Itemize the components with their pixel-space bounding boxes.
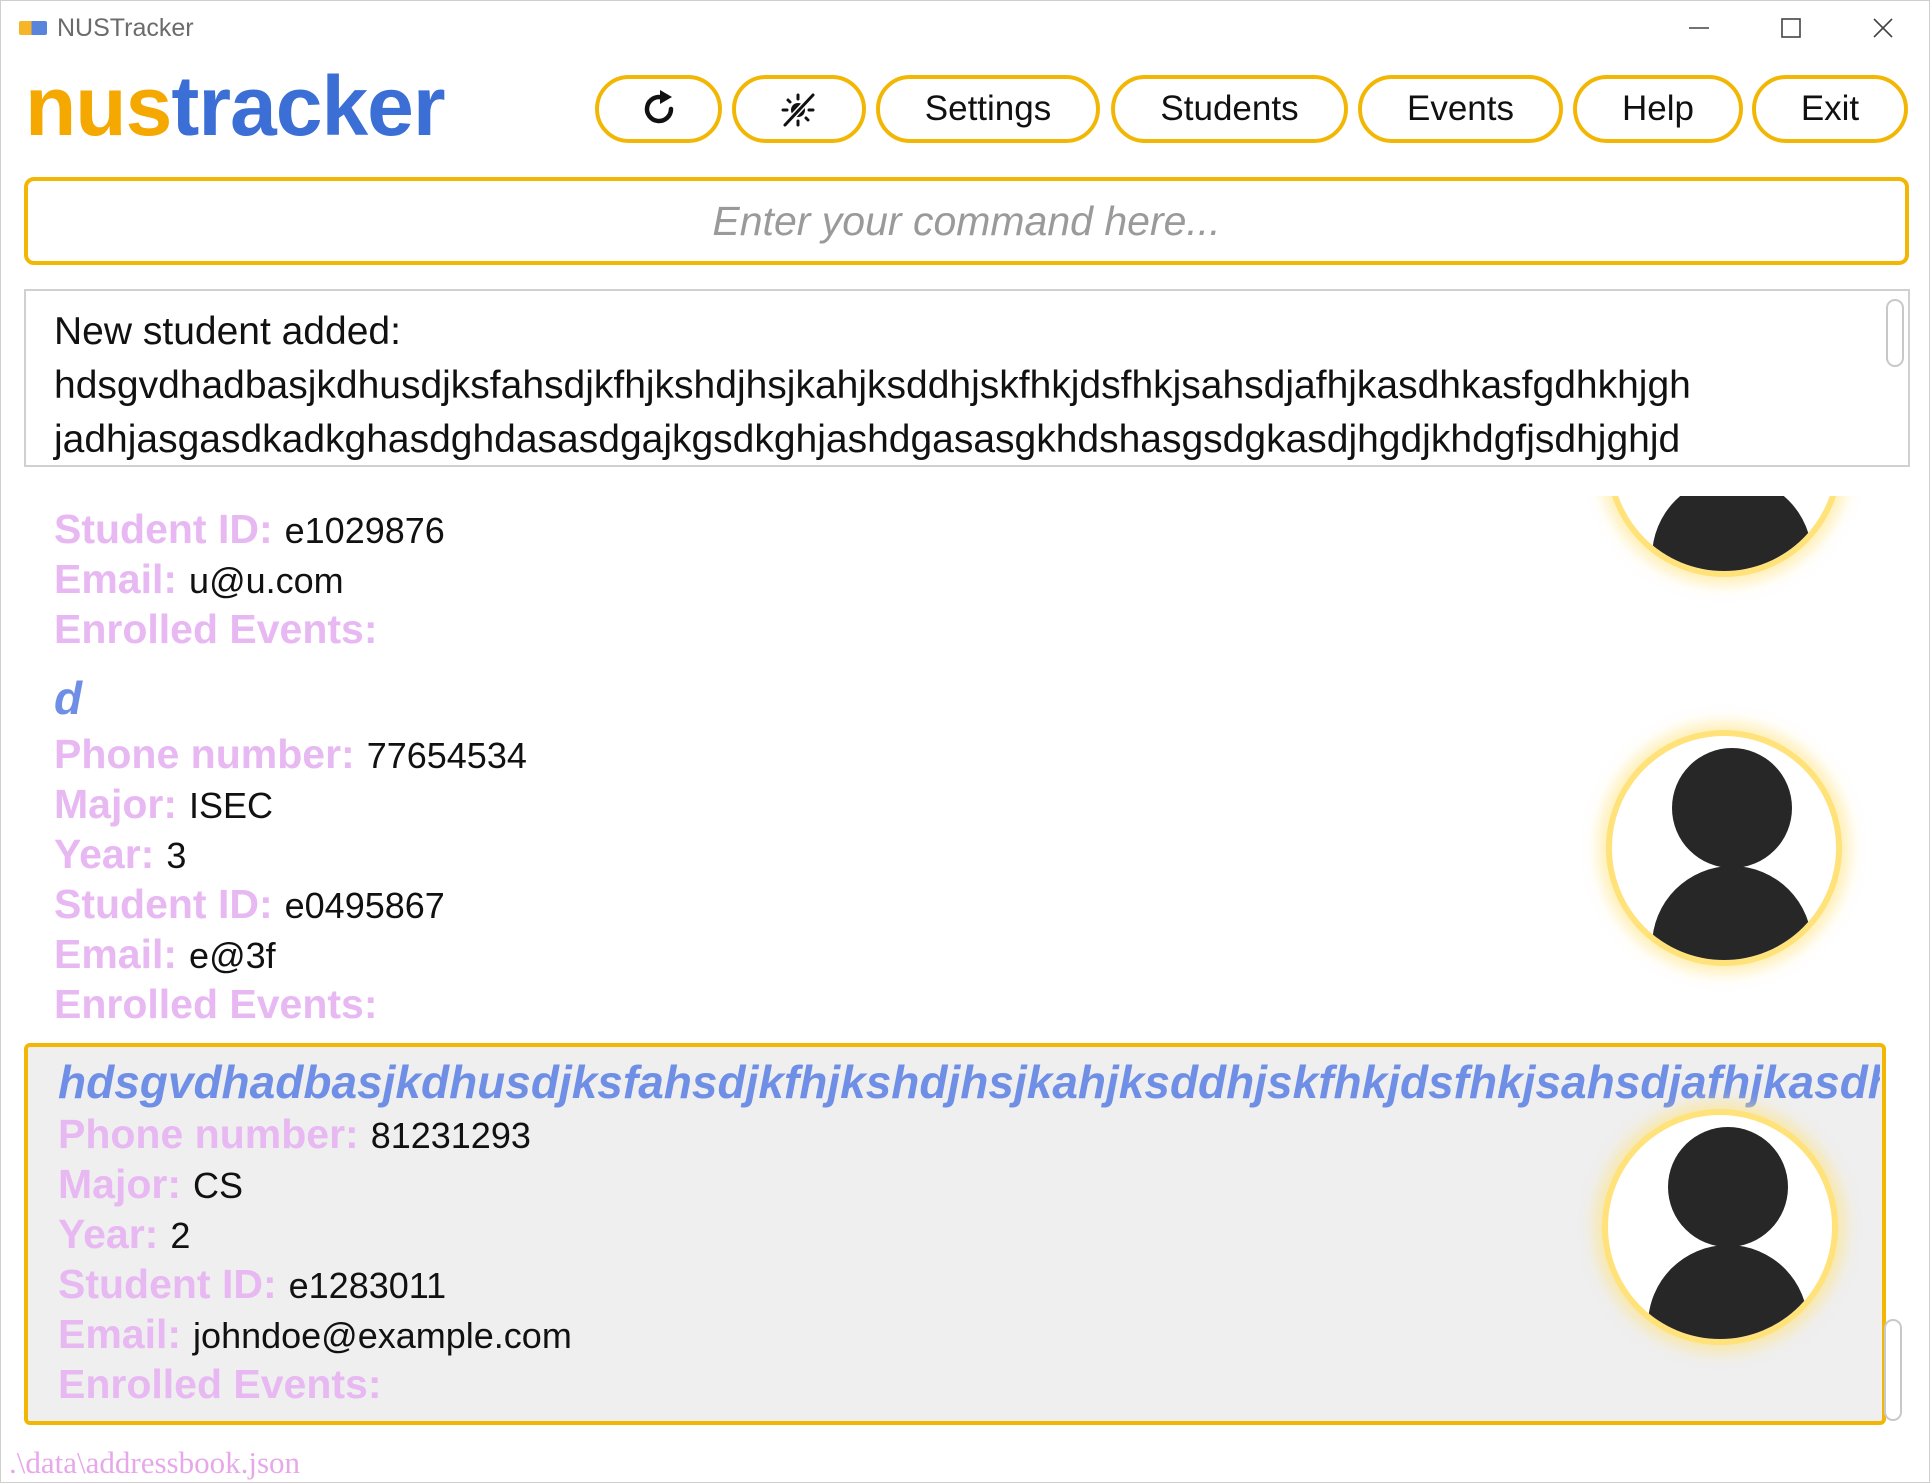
students-button[interactable]: Students <box>1111 75 1348 143</box>
maximize-icon <box>1781 18 1801 38</box>
enrolled-events-row: Enrolled Events: <box>54 981 390 1028</box>
phone-value: 81231293 <box>370 1115 531 1156</box>
year-label: Year: <box>58 1211 159 1257</box>
logo-tracker: tracker <box>171 59 445 153</box>
close-icon <box>1873 18 1893 38</box>
enrolled-events-label: Enrolled Events: <box>58 1361 382 1407</box>
phone-row: Phone number: 81231293 <box>58 1111 531 1158</box>
student-id-value: e0495867 <box>284 885 445 926</box>
year-label: Year: <box>54 831 155 877</box>
email-value: johndoe@example.com <box>193 1315 572 1356</box>
avatar-head <box>1672 748 1792 868</box>
window-controls <box>1653 1 1929 55</box>
email-row: Email: johndoe@example.com <box>58 1311 572 1358</box>
maximize-button[interactable] <box>1745 1 1837 55</box>
enrolled-events-row: Enrolled Events: <box>54 606 390 653</box>
avatar <box>1606 730 1842 966</box>
major-label: Major: <box>58 1161 181 1207</box>
year-row: Year: 2 <box>58 1211 190 1258</box>
major-row: Major: ISEC <box>54 781 273 828</box>
result-display: New student added: hdsgvdhadbasjkdhusdjks… <box>24 289 1910 467</box>
help-button[interactable]: Help <box>1573 75 1743 143</box>
refresh-button[interactable] <box>595 75 722 143</box>
list-scrollbar[interactable] <box>1884 1319 1902 1421</box>
major-value: ISEC <box>189 785 274 826</box>
student-id-value: e1283011 <box>288 1265 447 1306</box>
theme-toggle-button[interactable] <box>732 75 866 143</box>
phone-label: Phone number: <box>58 1111 359 1157</box>
app-logo: nustracker <box>25 59 446 153</box>
window-title: NUSTracker <box>57 13 194 42</box>
email-label: Email: <box>54 931 178 977</box>
app-icon <box>19 21 47 35</box>
events-button[interactable]: Events <box>1358 75 1563 143</box>
command-box <box>24 177 1909 265</box>
student-id-label: Student ID: <box>54 881 273 927</box>
student-id-row: Student ID: e1029876 <box>54 506 445 553</box>
email-row: Email: u@u.com <box>54 556 344 603</box>
logo-nus: nus <box>25 59 172 153</box>
phone-label: Phone number: <box>54 731 355 777</box>
student-card-selected[interactable]: hdsgvdhadbasjkdhusdjksfahsdjkfhjkshdjhsj… <box>24 1043 1886 1425</box>
title-bar: NUSTracker <box>1 1 1929 55</box>
enrolled-events-label: Enrolled Events: <box>54 606 378 652</box>
avatar-body <box>1652 496 1812 571</box>
result-text: New student added: hdsgvdhadbasjkdhusdjks… <box>54 305 1884 465</box>
avatar <box>1602 1109 1838 1345</box>
settings-button[interactable]: Settings <box>876 75 1100 143</box>
student-name: d <box>54 672 83 724</box>
enrolled-events-label: Enrolled Events: <box>54 981 378 1027</box>
result-line-3: jadhjasgasdkadkghasdghdasasdgajkgsdkghja… <box>54 418 1681 461</box>
email-label: Email: <box>54 556 178 602</box>
avatar-head <box>1668 1127 1788 1247</box>
phone-row: Phone number: 77654534 <box>54 731 527 778</box>
minimize-icon <box>1689 27 1709 29</box>
student-name: hdsgvdhadbasjkdhusdjksfahsdjkfhjkshdjhsj… <box>58 1056 1880 1108</box>
student-id-row: Student ID: e0495867 <box>54 881 445 928</box>
result-line-2: hdsgvdhadbasjkdhusdjksfahsdjkfhjkshdjhsj… <box>54 364 1691 407</box>
command-input[interactable] <box>28 196 1905 246</box>
major-value: CS <box>193 1165 244 1206</box>
theme-toggle-icon <box>781 92 816 128</box>
avatar-body <box>1648 1245 1808 1339</box>
enrolled-events-row: Enrolled Events: <box>58 1361 394 1408</box>
result-scrollbar[interactable] <box>1886 299 1904 367</box>
student-id-value: e1029876 <box>284 510 445 551</box>
email-label: Email: <box>58 1311 182 1357</box>
phone-value: 77654534 <box>366 735 527 776</box>
year-value: 2 <box>170 1215 191 1256</box>
major-row: Major: CS <box>58 1161 243 1208</box>
student-id-label: Student ID: <box>58 1261 277 1307</box>
avatar-body <box>1652 866 1812 960</box>
major-label: Major: <box>54 781 177 827</box>
exit-button[interactable]: Exit <box>1752 75 1908 143</box>
student-id-row: Student ID: e1283011 <box>58 1261 446 1308</box>
student-id-label: Student ID: <box>54 506 273 552</box>
email-row: Email: e@3f <box>54 931 276 978</box>
app-window: NUSTracker nustracker Settings Students … <box>0 0 1930 1483</box>
email-value: e@3f <box>189 935 276 976</box>
minimize-button[interactable] <box>1653 1 1745 55</box>
year-row: Year: 3 <box>54 831 186 878</box>
email-value: u@u.com <box>189 560 344 601</box>
student-card[interactable]: Student ID: e1029876 Email: u@u.com Enroll… <box>24 496 1886 661</box>
year-value: 3 <box>166 835 187 876</box>
refresh-icon <box>644 90 673 124</box>
close-button[interactable] <box>1837 1 1929 55</box>
student-list: Student ID: e1029876 Email: u@u.com Enroll… <box>24 496 1910 1426</box>
result-line-1: New student added: <box>54 310 401 353</box>
status-bar-file-path: .\data\addressbook.json <box>9 1445 301 1480</box>
avatar <box>1606 496 1842 577</box>
student-card[interactable]: d Phone number: 77654534 Major: ISEC Year:… <box>24 671 1886 1036</box>
